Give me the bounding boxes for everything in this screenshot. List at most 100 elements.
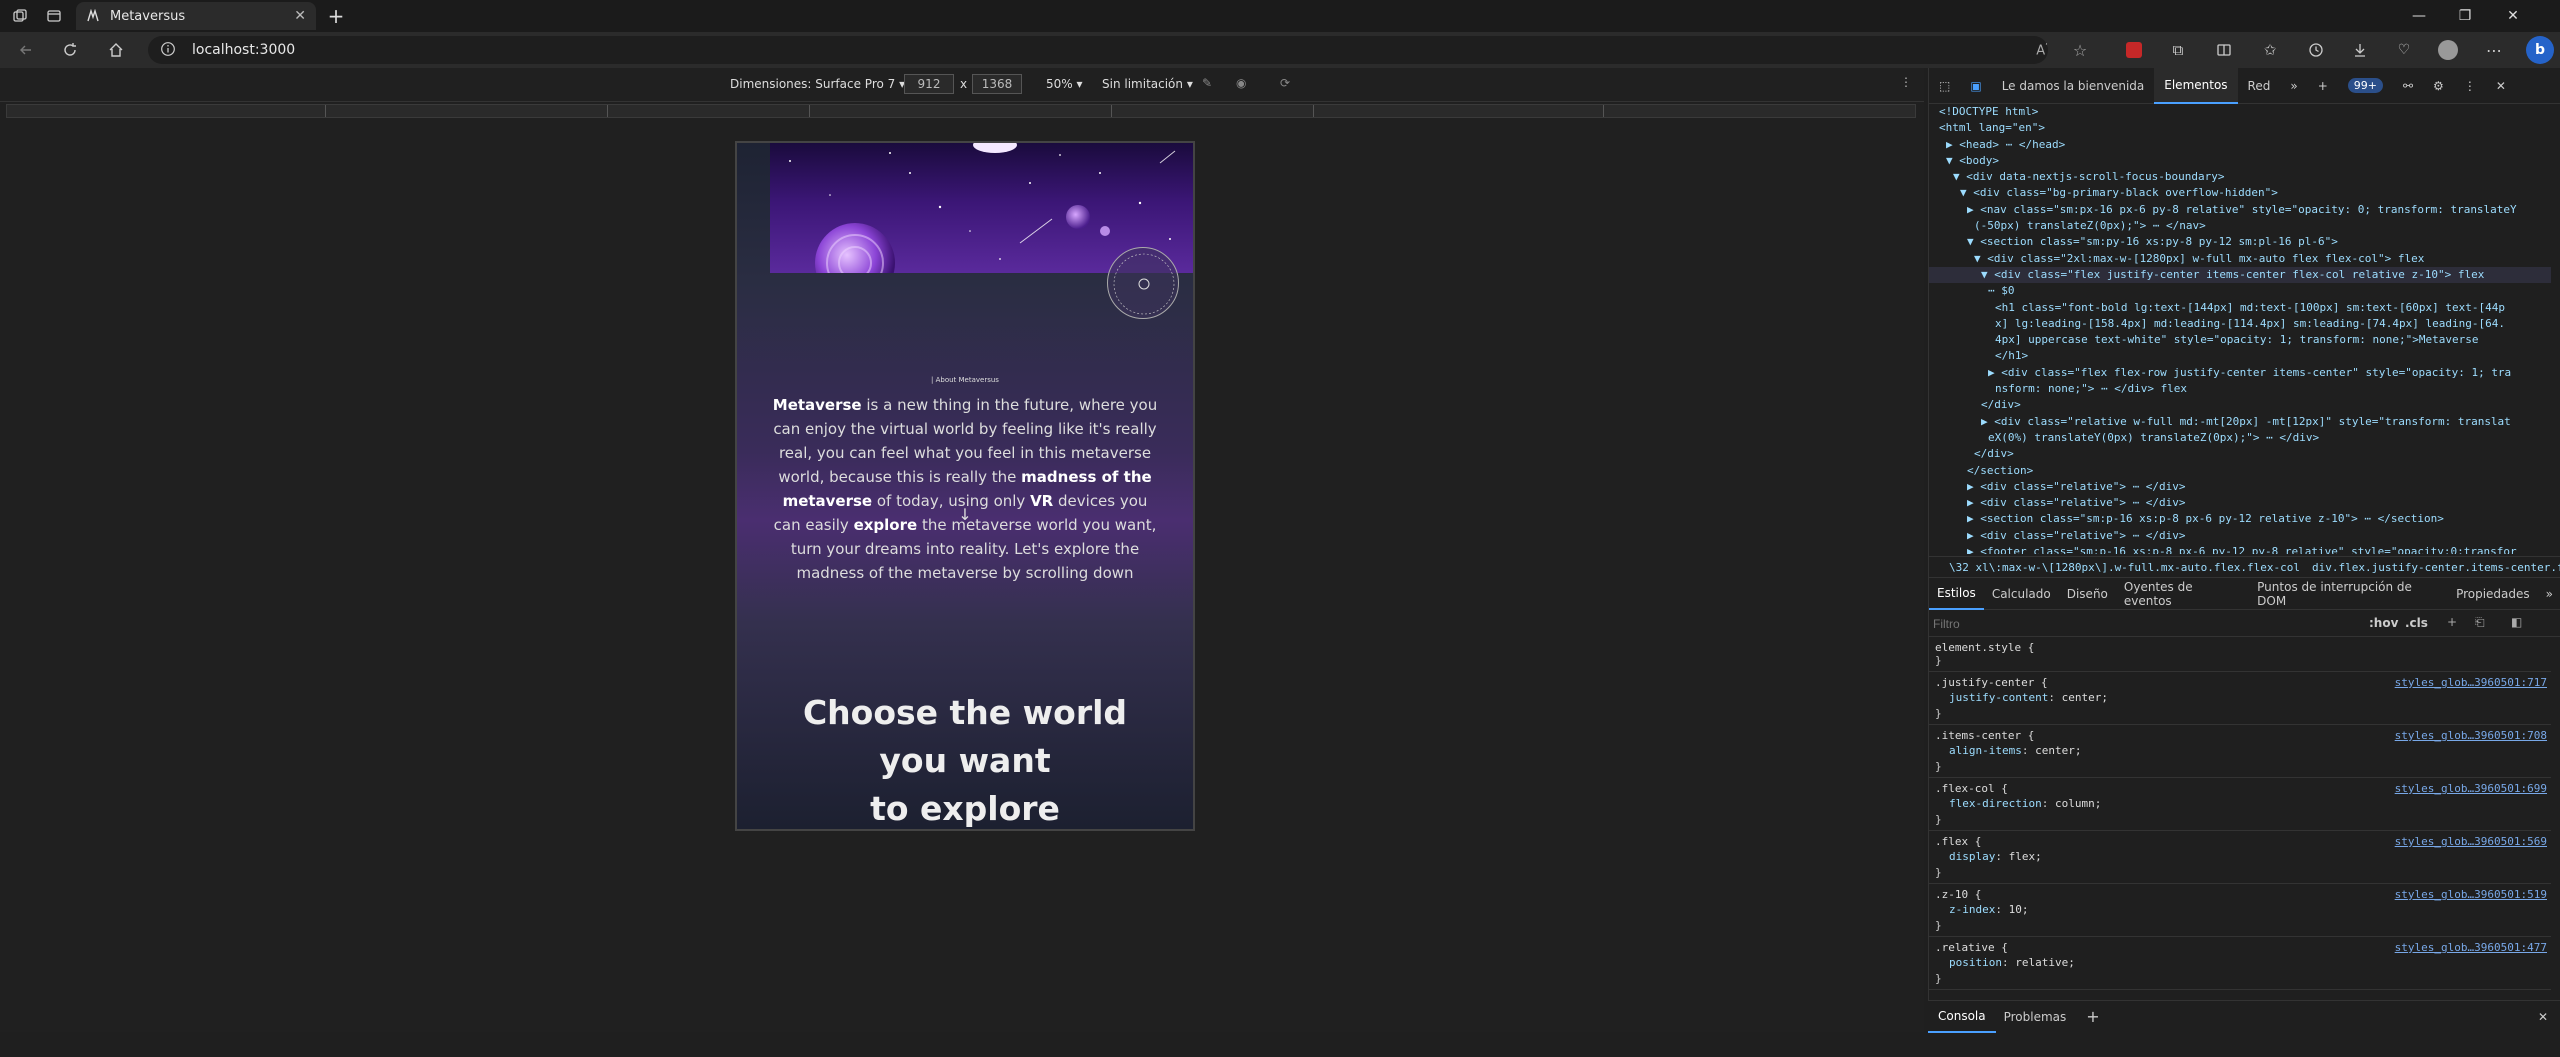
history-icon[interactable] xyxy=(2304,38,2328,62)
more-tabs-icon[interactable]: » xyxy=(2280,68,2307,104)
dom-node[interactable]: ▶ <section class="sm:p-16 xs:p-8 px-6 py… xyxy=(1929,511,2551,527)
ruler-segment[interactable] xyxy=(1313,105,1314,117)
issues-badge[interactable]: 99+ xyxy=(2338,68,2393,104)
split-screen-icon[interactable] xyxy=(2212,38,2236,62)
copilot-icon[interactable]: b xyxy=(2526,36,2554,64)
tab-network[interactable]: Red xyxy=(2238,68,2281,104)
add-tab-icon[interactable]: + xyxy=(2308,68,2338,104)
tab-metaversus[interactable]: Metaversus ✕ xyxy=(76,2,316,30)
device-width-input[interactable]: 912 xyxy=(904,74,954,94)
css-declaration[interactable]: display: flex; xyxy=(1935,848,2545,866)
site-info-icon[interactable] xyxy=(160,41,176,57)
throttle-dropdown[interactable]: Sin limitación ▾ xyxy=(1102,77,1193,91)
dom-node[interactable]: (-50px) translateZ(0px);"> ⋯ </nav> xyxy=(1929,218,2551,234)
style-rule[interactable]: element.style {} xyxy=(1929,637,2551,672)
reload-icon[interactable] xyxy=(58,38,82,62)
css-declaration[interactable]: align-items: center; xyxy=(1935,742,2545,760)
ruler-segment[interactable] xyxy=(607,105,608,117)
home-icon[interactable] xyxy=(104,38,128,62)
tab-actions-icon[interactable] xyxy=(40,2,68,30)
more-style-tabs-icon[interactable]: » xyxy=(2538,578,2560,610)
more-menu-icon[interactable]: ⋯ xyxy=(2482,38,2506,62)
minimize-icon[interactable]: — xyxy=(2396,0,2442,32)
dom-node[interactable]: <!DOCTYPE html> xyxy=(1929,104,2551,120)
tab-properties[interactable]: Propiedades xyxy=(2448,578,2538,610)
ruler-segment[interactable] xyxy=(1111,105,1112,117)
back-icon[interactable] xyxy=(14,38,38,62)
style-rule[interactable]: .items-center {styles_glob…3960501:708 al… xyxy=(1929,725,2551,778)
style-rule[interactable]: .relative {styles_glob…3960501:477 positi… xyxy=(1929,937,2551,990)
element-state-icon[interactable]: ⎗ xyxy=(2475,615,2485,630)
ruler-segment[interactable] xyxy=(1603,105,1604,117)
close-drawer-icon[interactable]: ✕ xyxy=(2538,1010,2560,1024)
extensions-icon[interactable]: ⧉ xyxy=(2166,38,2190,62)
address-field[interactable]: localhost:3000 xyxy=(148,36,2048,64)
maximize-icon[interactable]: ❐ xyxy=(2442,0,2488,32)
arrow-down-icon[interactable]: ↓ xyxy=(737,505,1193,524)
dom-node[interactable]: ▼ <body> xyxy=(1929,153,2551,169)
performance-icon[interactable]: ♡ xyxy=(2392,38,2416,62)
tab-elements[interactable]: Elementos xyxy=(2154,67,2238,104)
hov-toggle[interactable]: :hov xyxy=(2369,616,2398,630)
sensors-icon[interactable]: ◉ xyxy=(1236,76,1246,90)
rule-source-link[interactable]: styles_glob…3960501:569 xyxy=(2395,835,2547,848)
styles-filter-input[interactable] xyxy=(1933,614,2313,634)
dom-node[interactable]: ▶ <div class="relative"> ⋯ </div> xyxy=(1929,495,2551,511)
close-tab-icon[interactable]: ✕ xyxy=(294,8,306,24)
favorite-star-icon[interactable]: ☆ xyxy=(2068,38,2092,62)
tab-dom-breakpoints[interactable]: Puntos de interrupción de DOM xyxy=(2249,578,2448,610)
rule-source-link[interactable]: styles_glob…3960501:717 xyxy=(2395,676,2547,689)
close-devtools-icon[interactable]: ✕ xyxy=(2486,68,2516,104)
style-rule[interactable]: .z-10 {styles_glob…3960501:519 z-index: 1… xyxy=(1929,884,2551,937)
downloads-icon[interactable] xyxy=(2348,38,2372,62)
dom-node[interactable]: nsform: none;"> ⋯ </div> flex xyxy=(1929,381,2551,397)
dom-node[interactable]: ▼ <div class="bg-primary-black overflow-… xyxy=(1929,185,2551,201)
dom-node[interactable]: ▶ <nav class="sm:px-16 px-6 py-8 relativ… xyxy=(1929,202,2551,218)
tab-styles[interactable]: Estilos xyxy=(1929,578,1984,610)
device-toolbar-more-icon[interactable]: ⋮ xyxy=(1900,75,1912,89)
disable-touch-icon[interactable]: ✎ xyxy=(1202,76,1212,90)
dom-node[interactable]: ▶ <div class="flex flex-row justify-cent… xyxy=(1929,365,2551,381)
extension-red-icon[interactable] xyxy=(2122,38,2146,62)
device-emulation-icon[interactable]: ▣ xyxy=(1960,68,1991,104)
new-rule-icon[interactable]: + xyxy=(2447,615,2457,629)
ruler-segment[interactable] xyxy=(325,105,326,117)
dom-node-selected[interactable]: ▼ <div class="flex justify-center items-… xyxy=(1929,266,2551,284)
profile-avatar-icon[interactable] xyxy=(2436,38,2460,62)
devtools-more-icon[interactable]: ⋮ xyxy=(2454,68,2486,104)
device-inspect-icon[interactable]: ⬚ xyxy=(1929,68,1960,104)
tab-event-listeners[interactable]: Oyentes de eventos xyxy=(2116,578,2249,610)
rule-source-link[interactable]: styles_glob…3960501:699 xyxy=(2395,782,2547,795)
explore-world-badge[interactable] xyxy=(1107,247,1179,319)
dom-node[interactable]: ▼ <div class="2xl:max-w-[1280px] w-full … xyxy=(1929,251,2551,267)
dom-node[interactable]: </h1> xyxy=(1929,348,2551,364)
ruler-segment[interactable] xyxy=(809,105,810,117)
add-drawer-tab-icon[interactable]: + xyxy=(2074,1007,2111,1026)
dom-node[interactable]: ▶ <div class="relative"> ⋯ </div> xyxy=(1929,479,2551,495)
dom-node[interactable]: </div> xyxy=(1929,397,2551,413)
dom-node[interactable]: <h1 class="font-bold lg:text-[144px] md:… xyxy=(1929,300,2551,316)
settings-gear-icon[interactable]: ⚙ xyxy=(2423,68,2454,104)
tab-console[interactable]: Consola xyxy=(1928,1001,1996,1033)
close-window-icon[interactable]: ✕ xyxy=(2490,0,2536,32)
style-rule[interactable]: .justify-center {styles_glob…3960501:717… xyxy=(1929,672,2551,725)
toggle-sidebar-icon[interactable]: ◧ xyxy=(2511,615,2522,629)
read-aloud-icon[interactable]: Aʼ xyxy=(2030,38,2054,62)
dom-node[interactable]: ▶ <div class="relative"> ⋯ </div> xyxy=(1929,528,2551,544)
style-rule[interactable]: .flex-col {styles_glob…3960501:699 flex-d… xyxy=(1929,778,2551,831)
dom-node[interactable]: </section> xyxy=(1929,463,2551,479)
css-declaration[interactable]: position: relative; xyxy=(1935,954,2545,972)
rule-source-link[interactable]: styles_glob…3960501:519 xyxy=(2395,888,2547,901)
tab-layout[interactable]: Diseño xyxy=(2059,578,2116,610)
rule-source-link[interactable]: styles_glob…3960501:708 xyxy=(2395,729,2547,742)
dom-node[interactable]: eX(0%) translateY(0px) translateZ(0px);"… xyxy=(1929,430,2551,446)
dom-node[interactable]: ▼ <div data-nextjs-scroll-focus-boundary… xyxy=(1929,169,2551,185)
workspaces-icon[interactable] xyxy=(6,2,34,30)
dimensions-dropdown[interactable]: Dimensiones: Surface Pro 7 ▾ xyxy=(730,77,905,91)
rotate-icon[interactable]: ⟳ xyxy=(1280,76,1290,90)
tab-problems[interactable]: Problemas xyxy=(1996,1010,2075,1024)
css-declaration[interactable]: z-index: 10; xyxy=(1935,901,2545,919)
tab-computed[interactable]: Calculado xyxy=(1984,578,2059,610)
dom-node[interactable]: x] lg:leading-[158.4px] md:leading-[114.… xyxy=(1929,316,2551,332)
breadcrumb-item[interactable]: \32 xl\:max-w-\[1280px\].w-full.mx-auto.… xyxy=(1949,561,2300,574)
